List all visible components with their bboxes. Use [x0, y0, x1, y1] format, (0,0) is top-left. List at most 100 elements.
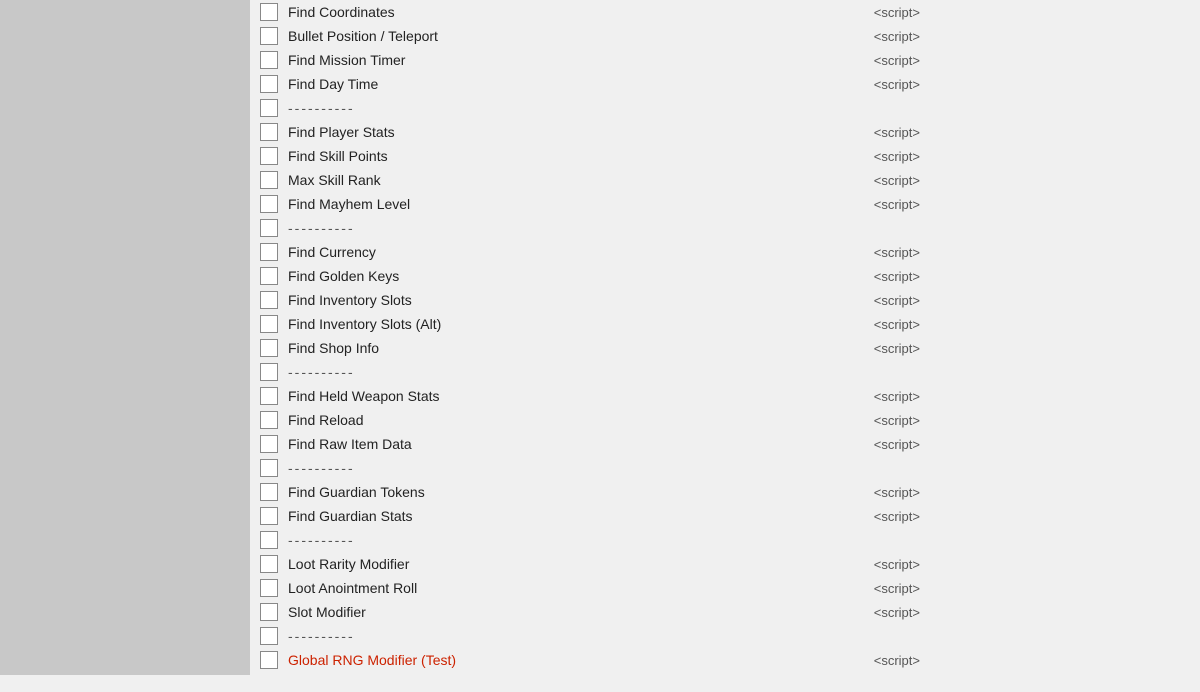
list-item-8: Find Mayhem Level<script>: [260, 192, 1200, 216]
separator-dash-19: ----------: [288, 460, 355, 476]
separator-checkbox-15[interactable]: [260, 363, 278, 381]
item-label-11: Find Golden Keys: [288, 268, 874, 284]
list-item-5: Find Player Stats<script>: [260, 120, 1200, 144]
script-tag-2: <script>: [874, 53, 920, 68]
list-item-16: Find Held Weapon Stats<script>: [260, 384, 1200, 408]
checkbox-17[interactable]: [260, 411, 278, 429]
list-item-17: Find Reload<script>: [260, 408, 1200, 432]
checkbox-24[interactable]: [260, 579, 278, 597]
script-tag-5: <script>: [874, 125, 920, 140]
script-tag-0: <script>: [874, 5, 920, 20]
checkbox-2[interactable]: [260, 51, 278, 69]
list-item-27: Global RNG Modifier (Test)<script>: [260, 648, 1200, 672]
checkbox-0[interactable]: [260, 3, 278, 21]
checkbox-16[interactable]: [260, 387, 278, 405]
list-item-25: Slot Modifier<script>: [260, 600, 1200, 624]
checkbox-3[interactable]: [260, 75, 278, 93]
checkbox-7[interactable]: [260, 171, 278, 189]
separator-checkbox-22[interactable]: [260, 531, 278, 549]
script-tag-17: <script>: [874, 413, 920, 428]
separator-dash-9: ----------: [288, 220, 355, 236]
checkbox-12[interactable]: [260, 291, 278, 309]
script-tag-3: <script>: [874, 77, 920, 92]
item-label-17: Find Reload: [288, 412, 874, 428]
main-container: Find Coordinates<script>Bullet Position …: [0, 0, 1200, 692]
script-tag-16: <script>: [874, 389, 920, 404]
checkbox-1[interactable]: [260, 27, 278, 45]
separator-4: ----------: [260, 96, 1200, 120]
item-label-6: Find Skill Points: [288, 148, 874, 164]
list-item-12: Find Inventory Slots<script>: [260, 288, 1200, 312]
separator-checkbox-26[interactable]: [260, 627, 278, 645]
list-item-11: Find Golden Keys<script>: [260, 264, 1200, 288]
script-tag-11: <script>: [874, 269, 920, 284]
item-label-25: Slot Modifier: [288, 604, 874, 620]
script-tag-8: <script>: [874, 197, 920, 212]
item-label-24: Loot Anointment Roll: [288, 580, 874, 596]
item-label-7: Max Skill Rank: [288, 172, 874, 188]
script-tag-6: <script>: [874, 149, 920, 164]
separator-22: ----------: [260, 528, 1200, 552]
list-item-20: Find Guardian Tokens<script>: [260, 480, 1200, 504]
separator-dash-26: ----------: [288, 628, 355, 644]
item-label-8: Find Mayhem Level: [288, 196, 874, 212]
item-label-13: Find Inventory Slots (Alt): [288, 316, 874, 332]
separator-checkbox-19[interactable]: [260, 459, 278, 477]
separator-9: ----------: [260, 216, 1200, 240]
item-label-20: Find Guardian Tokens: [288, 484, 874, 500]
checkbox-14[interactable]: [260, 339, 278, 357]
script-tag-12: <script>: [874, 293, 920, 308]
item-label-21: Find Guardian Stats: [288, 508, 874, 524]
item-label-0: Find Coordinates: [288, 4, 874, 20]
list-item-1: Bullet Position / Teleport<script>: [260, 24, 1200, 48]
item-label-1: Bullet Position / Teleport: [288, 28, 874, 44]
item-label-5: Find Player Stats: [288, 124, 874, 140]
list-item-2: Find Mission Timer<script>: [260, 48, 1200, 72]
list-item-10: Find Currency<script>: [260, 240, 1200, 264]
script-tag-24: <script>: [874, 581, 920, 596]
list-item-6: Find Skill Points<script>: [260, 144, 1200, 168]
item-label-16: Find Held Weapon Stats: [288, 388, 874, 404]
separator-26: ----------: [260, 624, 1200, 648]
script-tag-27: <script>: [874, 653, 920, 668]
checkbox-18[interactable]: [260, 435, 278, 453]
script-tag-10: <script>: [874, 245, 920, 260]
item-label-18: Find Raw Item Data: [288, 436, 874, 452]
checkbox-11[interactable]: [260, 267, 278, 285]
list-item-7: Max Skill Rank<script>: [260, 168, 1200, 192]
script-tag-7: <script>: [874, 173, 920, 188]
checkbox-5[interactable]: [260, 123, 278, 141]
checkbox-10[interactable]: [260, 243, 278, 261]
left-panel: [0, 0, 250, 675]
list-item-14: Find Shop Info<script>: [260, 336, 1200, 360]
list-item-0: Find Coordinates<script>: [260, 0, 1200, 24]
checkbox-25[interactable]: [260, 603, 278, 621]
script-tag-13: <script>: [874, 317, 920, 332]
list-item-23: Loot Rarity Modifier<script>: [260, 552, 1200, 576]
checkbox-21[interactable]: [260, 507, 278, 525]
checkbox-20[interactable]: [260, 483, 278, 501]
list-item-21: Find Guardian Stats<script>: [260, 504, 1200, 528]
separator-dash-15: ----------: [288, 364, 355, 380]
separator-15: ----------: [260, 360, 1200, 384]
item-label-23: Loot Rarity Modifier: [288, 556, 874, 572]
checkbox-23[interactable]: [260, 555, 278, 573]
separator-checkbox-9[interactable]: [260, 219, 278, 237]
list-item-18: Find Raw Item Data<script>: [260, 432, 1200, 456]
list-item-24: Loot Anointment Roll<script>: [260, 576, 1200, 600]
script-tag-18: <script>: [874, 437, 920, 452]
checkbox-13[interactable]: [260, 315, 278, 333]
item-label-2: Find Mission Timer: [288, 52, 874, 68]
checkbox-8[interactable]: [260, 195, 278, 213]
list-item-3: Find Day Time<script>: [260, 72, 1200, 96]
script-tag-21: <script>: [874, 509, 920, 524]
script-tag-1: <script>: [874, 29, 920, 44]
script-tag-20: <script>: [874, 485, 920, 500]
checkbox-27[interactable]: [260, 651, 278, 669]
separator-checkbox-4[interactable]: [260, 99, 278, 117]
checkbox-6[interactable]: [260, 147, 278, 165]
list-area: Find Coordinates<script>Bullet Position …: [260, 0, 1200, 672]
item-label-3: Find Day Time: [288, 76, 874, 92]
script-tag-23: <script>: [874, 557, 920, 572]
item-label-14: Find Shop Info: [288, 340, 874, 356]
